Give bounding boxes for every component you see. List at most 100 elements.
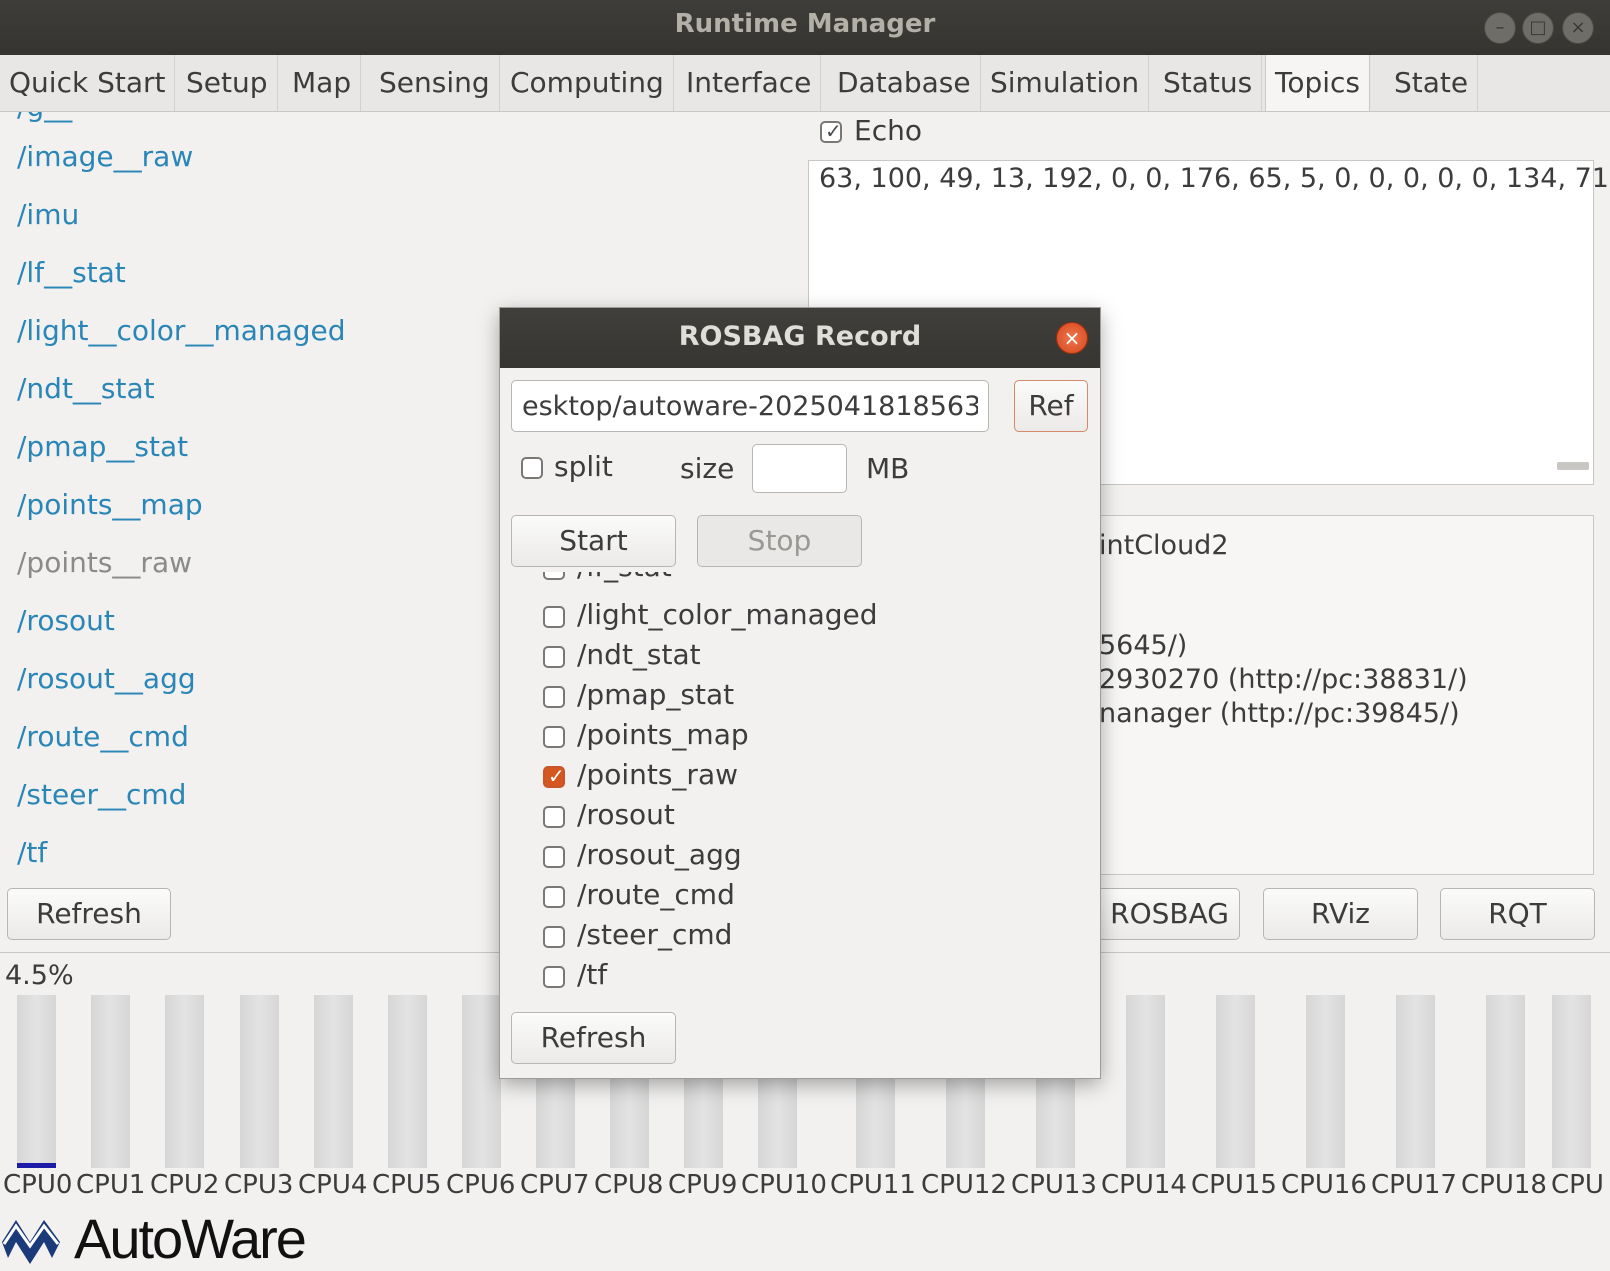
topic-item[interactable]: /pmap__stat [17, 430, 188, 463]
autoware-logo: AutoWare [0, 1207, 370, 1270]
cpu-meter-bar [388, 995, 427, 1168]
tab-state[interactable]: State [1385, 55, 1479, 111]
cpu-meter-label: CPU1 [76, 1170, 146, 1200]
cpu-meter-bar [1486, 995, 1525, 1168]
tab-status[interactable]: Status [1154, 55, 1263, 111]
topic-item[interactable]: /light__color__managed [17, 314, 346, 347]
cpu-meter-bar [17, 995, 56, 1168]
topic-item-selected[interactable]: /points__raw [17, 546, 192, 579]
cpu-meter-bar [314, 995, 353, 1168]
cpu-meter-bar [91, 995, 130, 1168]
tab-database[interactable]: Database [828, 55, 981, 111]
rviz-button[interactable]: RViz [1263, 888, 1418, 940]
topics-refresh-button[interactable]: Refresh [7, 888, 171, 940]
topic-checkbox-label: /light_color_managed [577, 598, 878, 631]
cpu-meter-bar [1126, 995, 1165, 1168]
topic-checkbox[interactable] [543, 806, 565, 828]
tab-quick-start[interactable]: Quick Start [0, 55, 176, 111]
tab-topics[interactable]: Topics [1265, 55, 1371, 111]
cpu-meter-label: CPU13 [1011, 1170, 1097, 1200]
topic-checkbox[interactable] [543, 886, 565, 908]
echo-scrollbar[interactable] [1557, 462, 1589, 470]
topic-checkbox-label: /tf [577, 958, 608, 990]
mb-label: MB [866, 452, 910, 485]
window-title: Runtime Manager [674, 9, 936, 39]
dialog-titlebar: ROSBAG Record × [500, 308, 1100, 368]
topic-checkbox[interactable] [543, 572, 565, 580]
topic-item-partial[interactable]: /g__ [17, 112, 72, 123]
cpu-meter-label: CPU5 [372, 1170, 442, 1200]
info-line: intCloud2 [1099, 530, 1229, 561]
ref-button[interactable]: Ref [1014, 380, 1088, 432]
topic-item[interactable]: /image__raw [17, 140, 193, 173]
echo-checkbox[interactable]: ✓ [820, 119, 842, 143]
topic-checkbox[interactable] [543, 846, 565, 868]
echo-text: 63, 100, 49, 13, 192, 0, 0, 176, 65, 5, … [819, 163, 1610, 194]
cpu-meter-bar [1552, 995, 1591, 1168]
tab-sensing[interactable]: Sensing [370, 55, 500, 111]
topic-item[interactable]: /route__cmd [17, 720, 189, 753]
topic-checkbox-label: /route_cmd [577, 878, 735, 911]
topic-item[interactable]: /imu [17, 198, 79, 231]
topic-checkbox[interactable] [543, 966, 565, 988]
cpu-meter-label: CPU9 [668, 1170, 738, 1200]
tab-simulation[interactable]: Simulation [981, 55, 1150, 111]
cpu-meter-label: CPU3 [224, 1170, 294, 1200]
cpu-meter-label: CPU [1551, 1170, 1604, 1200]
topic-checkbox-label: /rosout_agg [577, 838, 742, 871]
topic-checkbox[interactable] [543, 606, 565, 628]
dialog-refresh-button[interactable]: Refresh [511, 1012, 676, 1064]
info-line: 2930270 (http://pc:38831/) [1099, 664, 1468, 695]
topic-checkbox[interactable] [543, 646, 565, 668]
split-label: split [554, 450, 613, 483]
cpu-meter-label: CPU0 [3, 1170, 73, 1200]
tab-computing[interactable]: Computing [501, 55, 674, 111]
topic-item[interactable]: /rosout [17, 604, 115, 637]
topic-item[interactable]: /tf [17, 836, 47, 869]
dialog-title: ROSBAG Record [678, 321, 922, 352]
logo-text: AutoWare [74, 1207, 307, 1270]
cpu-meter-label: CPU4 [298, 1170, 368, 1200]
tab-setup[interactable]: Setup [177, 55, 278, 111]
topic-item[interactable]: /rosout__agg [17, 662, 196, 695]
cpu-meter-label: CPU16 [1281, 1170, 1367, 1200]
cpu-meter-label: CPU17 [1371, 1170, 1457, 1200]
topic-checkbox-label: /points_map [577, 718, 749, 751]
cpu-meter-label: CPU8 [594, 1170, 664, 1200]
topic-checkbox-label: /points_raw [577, 758, 738, 791]
topic-item[interactable]: /lf__stat [17, 256, 126, 289]
cpu0-usage-fill [17, 1163, 56, 1168]
topic-checkbox[interactable] [543, 726, 565, 748]
topic-item[interactable]: /steer__cmd [17, 778, 186, 811]
topic-item[interactable]: /points__map [17, 488, 203, 521]
close-icon[interactable]: × [1562, 12, 1594, 44]
topic-checkbox[interactable] [543, 686, 565, 708]
cpu-meter-label: CPU12 [921, 1170, 1007, 1200]
cpu-meter-bar [462, 995, 501, 1168]
cpu-meter-label: CPU14 [1101, 1170, 1187, 1200]
dialog-close-icon[interactable]: × [1056, 322, 1088, 354]
topic-checkbox[interactable] [543, 926, 565, 948]
stop-button[interactable]: Stop [697, 515, 862, 567]
window-titlebar: Runtime Manager – □ × [0, 0, 1610, 56]
size-input[interactable] [752, 444, 847, 493]
start-button[interactable]: Start [511, 515, 676, 567]
cpu-meter-label: CPU6 [446, 1170, 516, 1200]
bag-path-input[interactable] [511, 380, 989, 432]
tab-interface[interactable]: Interface [677, 55, 822, 111]
split-checkbox[interactable] [521, 457, 543, 479]
cpu-usage-text: 4.5% [5, 960, 74, 991]
cpu-meter-bar [1306, 995, 1345, 1168]
tab-map[interactable]: Map [283, 55, 362, 111]
cpu-meter-label: CPU11 [830, 1170, 916, 1200]
maximize-icon[interactable]: □ [1522, 12, 1554, 44]
cpu-meter-bar [1216, 995, 1255, 1168]
info-line: 5645/) [1099, 630, 1188, 661]
minimize-icon[interactable]: – [1484, 12, 1516, 44]
dialog-topic-list: /lf_stat /light_color_managed/ndt_stat/p… [500, 572, 1100, 990]
topic-checkbox-label: /lf_stat [577, 572, 672, 583]
rqt-button[interactable]: RQT [1440, 888, 1595, 940]
topic-item[interactable]: /ndt__stat [17, 372, 155, 405]
cpu-meter-label: CPU18 [1461, 1170, 1547, 1200]
topic-checkbox[interactable]: ✓ [543, 764, 565, 788]
